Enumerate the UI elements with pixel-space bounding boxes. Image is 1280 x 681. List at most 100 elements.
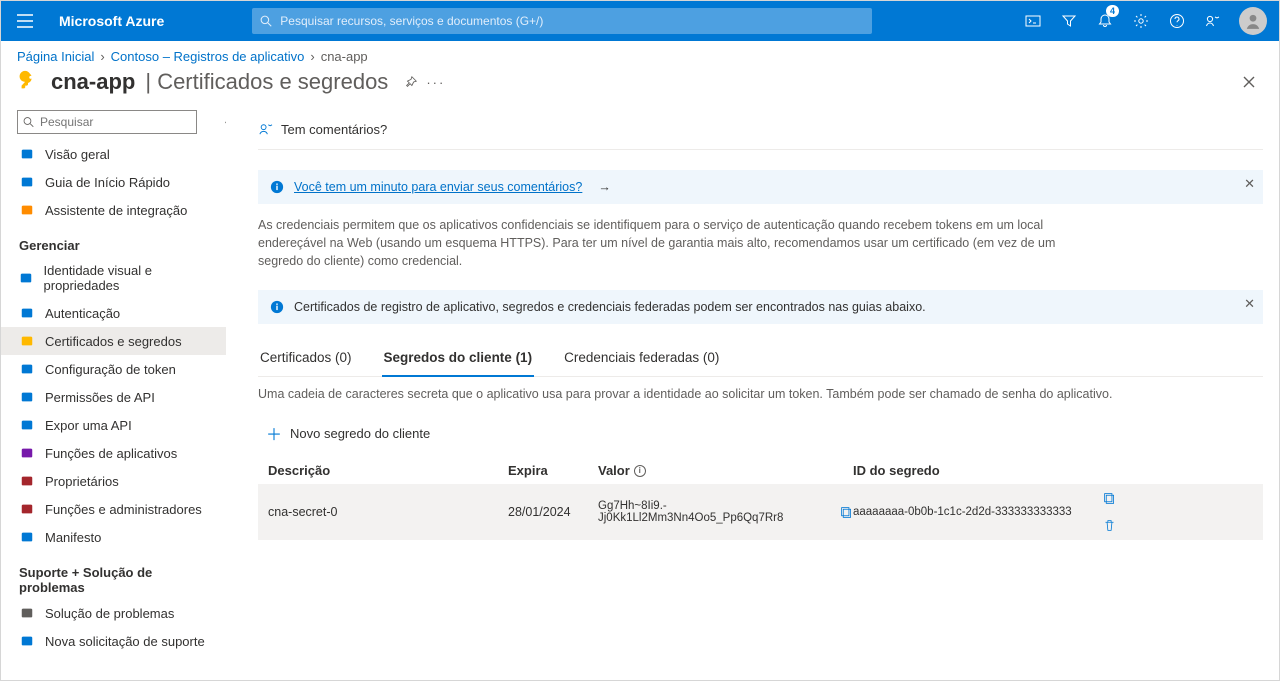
hamburger-icon[interactable]: [9, 5, 41, 37]
sidebar-item-label: Funções e administradores: [45, 502, 202, 517]
owners-icon: [19, 473, 35, 489]
credential-tabs: Certificados (0) Segredos do cliente (1) C…: [258, 342, 1263, 377]
breadcrumb-current[interactable]: cna-app: [321, 49, 368, 64]
globe-icon: [19, 146, 35, 162]
copy-id-icon[interactable]: [1103, 492, 1163, 505]
tabs-info-banner: Certificados de registro de aplicativo, …: [258, 290, 1263, 324]
info-tooltip-icon[interactable]: i: [634, 465, 646, 477]
sidebar-item[interactable]: Certificados e segredos: [1, 327, 226, 355]
sidebar-search-input[interactable]: [17, 110, 197, 134]
banner-close-icon[interactable]: ✕: [1244, 176, 1255, 192]
col-secret-id: ID do segredo: [853, 463, 1103, 478]
sidebar-item-label: Assistente de integração: [45, 203, 187, 218]
global-search-input[interactable]: [252, 8, 872, 34]
col-value: Valor i: [598, 463, 853, 478]
banner-close-icon[interactable]: ✕: [1244, 296, 1255, 312]
help-icon[interactable]: [1161, 1, 1193, 41]
sidebar-item-label: Autenticação: [45, 306, 120, 321]
sidebar-item[interactable]: Guia de Início Rápido: [1, 168, 226, 196]
sidebar-item[interactable]: Visão geral: [1, 140, 226, 168]
cloud-shell-icon[interactable]: [1017, 1, 1049, 41]
page-title-row: cna-app | Certificados e segredos ···: [1, 68, 1279, 110]
sidebar: « Visão geral Guia de Início Rápido Assist…: [1, 110, 226, 680]
arrow-right-icon: →: [598, 180, 611, 194]
page-title-section: | Certificados e segredos: [145, 69, 388, 95]
col-description: Descrição: [268, 463, 508, 478]
user-avatar[interactable]: [1239, 7, 1267, 35]
sidebar-item[interactable]: Identidade visual e propriedades: [1, 257, 226, 299]
sidebar-item-label: Expor uma API: [45, 418, 132, 433]
tab[interactable]: Credenciais federadas (0): [562, 342, 721, 376]
sidebar-item[interactable]: Nova solicitação de suporte: [1, 627, 226, 655]
feedback-banner: Você tem um minuto para enviar seus come…: [258, 170, 1263, 204]
new-secret-button[interactable]: ＋ Novo segredo do cliente: [258, 415, 1263, 457]
chevron-right-icon: ›: [100, 49, 104, 64]
tabs-info-text: Certificados de registro de aplicativo, …: [294, 300, 926, 314]
top-bar: Microsoft Azure 4: [1, 1, 1279, 41]
sidebar-item[interactable]: Funções e administradores: [1, 495, 226, 523]
sidebar-item-label: Solução de problemas: [45, 606, 174, 621]
sidebar-item[interactable]: Expor uma API: [1, 411, 226, 439]
tab[interactable]: Segredos do cliente (1): [382, 342, 535, 377]
sidebar-item[interactable]: Autenticação: [1, 299, 226, 327]
delete-icon[interactable]: [1103, 519, 1163, 532]
cell-description: cna-secret-0: [268, 505, 508, 519]
key-icon: [19, 333, 35, 349]
notifications-icon[interactable]: 4: [1089, 1, 1121, 41]
description-text: As credenciais permitem que os aplicativ…: [258, 216, 1098, 270]
new-secret-label: Novo segredo do cliente: [290, 426, 430, 441]
sidebar-item-label: Identidade visual e propriedades: [44, 263, 214, 293]
main-content: Tem comentários? Você tem um minuto para…: [226, 110, 1279, 680]
sidebar-item-label: Visão geral: [45, 147, 110, 162]
sidebar-item-label: Permissões de API: [45, 390, 155, 405]
breadcrumb-parent[interactable]: Contoso – Registros de aplicativo: [111, 49, 305, 64]
info-icon: [270, 300, 284, 314]
close-blade-button[interactable]: [1235, 68, 1263, 96]
auth-icon: [19, 305, 35, 321]
notification-count-badge: 4: [1106, 5, 1119, 17]
sidebar-item[interactable]: Configuração de token: [1, 355, 226, 383]
more-icon[interactable]: ···: [426, 75, 445, 90]
sidebar-item[interactable]: Permissões de API: [1, 383, 226, 411]
brand-label: Microsoft Azure: [49, 13, 174, 29]
feedback-bar[interactable]: Tem comentários?: [258, 110, 1263, 150]
search-icon: [23, 117, 34, 128]
sidebar-item-label: Funções de aplicativos: [45, 446, 177, 461]
table-row: cna-secret-028/01/2024Gg7Hh~8Ii9.-Jj0Kk1…: [258, 484, 1263, 540]
breadcrumb: Página Inicial › Contoso – Registros de …: [1, 41, 1279, 68]
search-icon: [260, 15, 272, 27]
secrets-table: Descrição Expira Valor i ID do segredo c…: [258, 457, 1263, 540]
token-icon: [19, 361, 35, 377]
manifest-icon: [19, 529, 35, 545]
pin-icon[interactable]: [404, 75, 418, 90]
rocket-icon: [19, 202, 35, 218]
feedback-label: Tem comentários?: [281, 122, 387, 137]
cell-value: Gg7Hh~8Ii9.-Jj0Kk1Ll2Mm3Nn4Oo5_Pp6Qq7Rr8: [598, 500, 834, 524]
admins-icon: [19, 501, 35, 517]
card-icon: [19, 270, 34, 286]
breadcrumb-home[interactable]: Página Inicial: [17, 49, 94, 64]
settings-icon[interactable]: [1125, 1, 1157, 41]
approles-icon: [19, 445, 35, 461]
feedback-banner-link[interactable]: Você tem um minuto para enviar seus come…: [294, 180, 582, 194]
sidebar-item[interactable]: Funções de aplicativos: [1, 439, 226, 467]
sidebar-item-label: Manifesto: [45, 530, 101, 545]
copy-value-icon[interactable]: [840, 506, 853, 519]
chevron-right-icon: ›: [310, 49, 314, 64]
feedback-top-icon[interactable]: [1197, 1, 1229, 41]
trouble-icon: [19, 605, 35, 621]
plus-icon: ＋: [266, 421, 282, 445]
sidebar-group-support: Suporte + Solução de problemas: [1, 551, 226, 599]
tab[interactable]: Certificados (0): [258, 342, 354, 376]
sidebar-item[interactable]: Assistente de integração: [1, 196, 226, 224]
tab-description: Uma cadeia de caracteres secreta que o a…: [258, 377, 1263, 415]
expose-icon: [19, 417, 35, 433]
sidebar-item[interactable]: Manifesto: [1, 523, 226, 551]
feedback-person-icon: [258, 122, 273, 137]
table-header: Descrição Expira Valor i ID do segredo: [258, 457, 1263, 484]
key-icon: [17, 70, 41, 94]
sidebar-item[interactable]: Proprietários: [1, 467, 226, 495]
sidebar-item[interactable]: Solução de problemas: [1, 599, 226, 627]
collapse-sidebar-icon[interactable]: «: [225, 114, 226, 129]
filter-icon[interactable]: [1053, 1, 1085, 41]
